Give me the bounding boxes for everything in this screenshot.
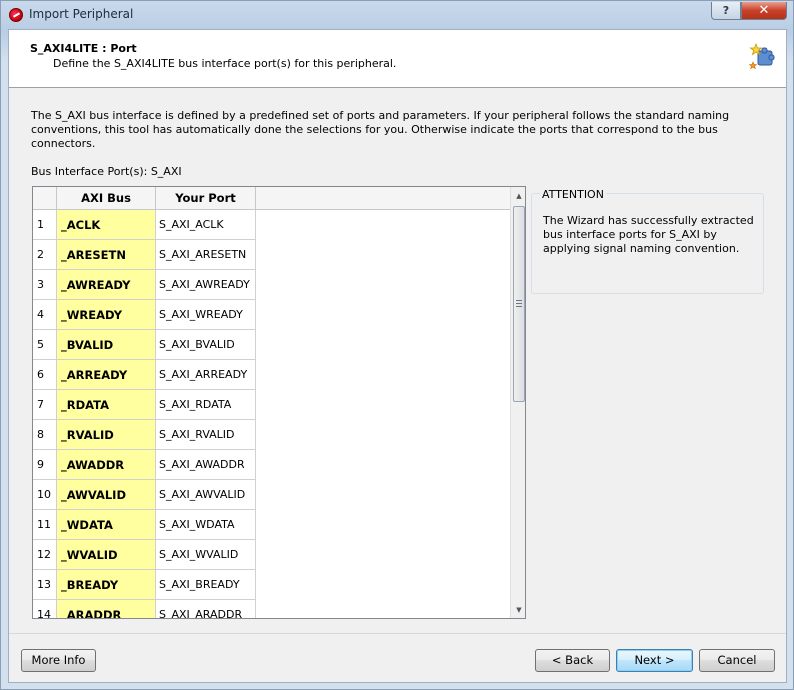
description-text: The S_AXI bus interface is defined by a … xyxy=(31,109,730,150)
column-header-axi-bus-connect[interactable]: AXI Bus Connect xyxy=(57,187,156,228)
table-body: 1 _ACLK S_AXI_ACLK 2 _ARESETN S_AXI_ARESETN 3 _… xyxy=(33,210,510,618)
your-port-cell[interactable]: S_AXI_RDATA xyxy=(156,390,256,420)
scroll-up-arrow-icon[interactable]: ▲ xyxy=(511,187,525,204)
cancel-button[interactable]: Cancel xyxy=(699,649,775,672)
table-row[interactable]: 11 _WDATA S_AXI_WDATA xyxy=(33,510,510,540)
axi-bus-connect-cell[interactable]: _RVALID xyxy=(57,420,156,450)
row-number: 1 xyxy=(33,210,57,240)
row-number: 9 xyxy=(33,450,57,480)
your-port-cell[interactable]: S_AXI_ARESETN xyxy=(156,240,256,270)
table-row[interactable]: 8 _RVALID S_AXI_RVALID xyxy=(33,420,510,450)
your-port-cell[interactable]: S_AXI_WDATA xyxy=(156,510,256,540)
wizard-header: S_AXI4LITE : Port Define the S_AXI4LITE … xyxy=(9,30,786,88)
scroll-down-arrow-icon[interactable]: ▼ xyxy=(511,601,525,618)
next-button[interactable]: Next > xyxy=(616,649,693,672)
attention-legend: ATTENTION xyxy=(540,188,606,201)
your-port-cell[interactable]: S_AXI_WVALID xyxy=(156,540,256,570)
wizard-icon xyxy=(749,42,775,70)
row-number: 7 xyxy=(33,390,57,420)
table-row[interactable]: 9 _AWADDR S_AXI_AWADDR xyxy=(33,450,510,480)
your-port-cell[interactable]: S_AXI_ARREADY xyxy=(156,360,256,390)
window-title: Import Peripheral xyxy=(29,7,134,21)
row-number: 5 xyxy=(33,330,57,360)
row-number: 12 xyxy=(33,540,57,570)
table-row[interactable]: 7 _RDATA S_AXI_RDATA xyxy=(33,390,510,420)
close-button[interactable]: ✕ xyxy=(741,2,787,20)
vertical-scrollbar[interactable]: ▲ ▼ xyxy=(510,187,525,618)
your-port-cell[interactable]: S_AXI_ARADDR xyxy=(156,600,256,618)
grip-icon xyxy=(516,300,522,309)
axi-bus-connect-cell[interactable]: _WVALID xyxy=(57,540,156,570)
page-subtitle: Define the S_AXI4LITE bus interface port… xyxy=(53,57,397,70)
table-row[interactable]: 5 _BVALID S_AXI_BVALID xyxy=(33,330,510,360)
your-port-cell[interactable]: S_AXI_BREADY xyxy=(156,570,256,600)
axi-bus-connect-cell[interactable]: _BREADY xyxy=(57,570,156,600)
table-row[interactable]: 6 _ARREADY S_AXI_ARREADY xyxy=(33,360,510,390)
your-port-cell[interactable]: S_AXI_WREADY xyxy=(156,300,256,330)
column-header-your-port[interactable]: Your Port xyxy=(156,187,256,210)
page-title: S_AXI4LITE : Port xyxy=(30,42,137,55)
import-peripheral-icon xyxy=(9,8,23,22)
table-row[interactable]: 2 _ARESETN S_AXI_ARESETN xyxy=(33,240,510,270)
table-row[interactable]: 3 _AWREADY S_AXI_AWREADY xyxy=(33,270,510,300)
row-number: 13 xyxy=(33,570,57,600)
axi-bus-connect-cell[interactable]: _AWVALID xyxy=(57,480,156,510)
axi-bus-connect-cell[interactable]: _ARADDR xyxy=(57,600,156,618)
your-port-cell[interactable]: S_AXI_AWVALID xyxy=(156,480,256,510)
column-header-number xyxy=(33,187,57,210)
axi-bus-connect-cell[interactable]: _AWREADY xyxy=(57,270,156,300)
import-peripheral-dialog: Import Peripheral ? ✕ S_AXI4LITE : Port … xyxy=(0,0,794,690)
bus-interface-label: Bus Interface Port(s): S_AXI xyxy=(31,165,182,178)
table-row[interactable]: 13 _BREADY S_AXI_BREADY xyxy=(33,570,510,600)
dialog-body: S_AXI4LITE : Port Define the S_AXI4LITE … xyxy=(8,29,787,683)
your-port-cell[interactable]: S_AXI_AWREADY xyxy=(156,270,256,300)
your-port-cell[interactable]: S_AXI_AWADDR xyxy=(156,450,256,480)
table-row[interactable]: 12 _WVALID S_AXI_WVALID xyxy=(33,540,510,570)
scroll-thumb[interactable] xyxy=(513,206,525,402)
table-header: AXI Bus Connect Your Port xyxy=(33,187,510,228)
table-row[interactable]: 1 _ACLK S_AXI_ACLK xyxy=(33,210,510,240)
row-number: 3 xyxy=(33,270,57,300)
attention-message: The Wizard has successfully extracted bu… xyxy=(543,214,754,255)
table-row[interactable]: 14 _ARADDR S_AXI_ARADDR xyxy=(33,600,510,618)
axi-bus-connect-cell[interactable]: _ACLK xyxy=(57,210,156,240)
row-number: 10 xyxy=(33,480,57,510)
row-number: 11 xyxy=(33,510,57,540)
row-number: 2 xyxy=(33,240,57,270)
axi-bus-connect-cell[interactable]: _AWADDR xyxy=(57,450,156,480)
port-mapping-table[interactable]: AXI Bus Connect Your Port 1_ACLKS_AXI_AC… xyxy=(32,186,526,619)
axi-bus-connect-cell[interactable]: _RDATA xyxy=(57,390,156,420)
axi-bus-connect-cell[interactable]: _WDATA xyxy=(57,510,156,540)
axi-bus-connect-cell[interactable]: _WREADY xyxy=(57,300,156,330)
table-row[interactable]: 10 _AWVALID S_AXI_AWVALID xyxy=(33,480,510,510)
axi-bus-connect-cell[interactable]: _ARREADY xyxy=(57,360,156,390)
row-number: 4 xyxy=(33,300,57,330)
attention-panel: ATTENTION The Wizard has successfully ex… xyxy=(531,188,764,294)
your-port-cell[interactable]: S_AXI_RVALID xyxy=(156,420,256,450)
table-row[interactable]: 4 _WREADY S_AXI_WREADY xyxy=(33,300,510,330)
your-port-cell[interactable]: S_AXI_BVALID xyxy=(156,330,256,360)
row-number: 8 xyxy=(33,420,57,450)
row-number: 6 xyxy=(33,360,57,390)
footer-divider xyxy=(9,633,786,634)
help-button[interactable]: ? xyxy=(711,2,741,20)
your-port-cell[interactable]: S_AXI_ACLK xyxy=(156,210,256,240)
axi-bus-connect-cell[interactable]: _BVALID xyxy=(57,330,156,360)
title-bar[interactable]: Import Peripheral ? ✕ xyxy=(1,1,793,29)
row-number: 14 xyxy=(33,600,57,618)
axi-bus-connect-cell[interactable]: _ARESETN xyxy=(57,240,156,270)
more-info-button[interactable]: More Info xyxy=(21,649,96,672)
back-button[interactable]: < Back xyxy=(535,649,610,672)
